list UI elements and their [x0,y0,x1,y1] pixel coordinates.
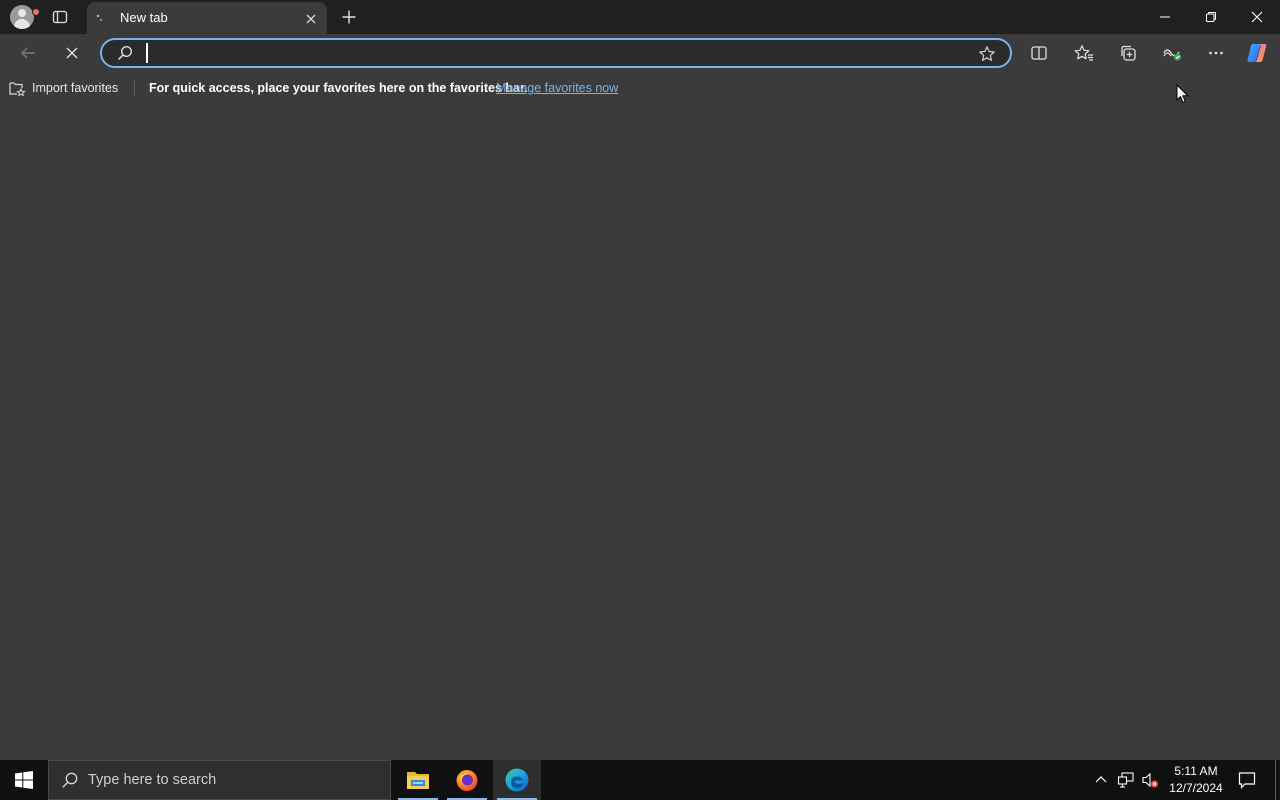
mouse-cursor-icon [1176,84,1190,104]
minimize-icon [1160,16,1170,18]
copilot-button[interactable] [1241,37,1273,69]
favorites-icon [1074,45,1093,61]
manage-favorites-link[interactable]: Manage favorites now [496,81,618,95]
toolbar [0,34,1280,72]
clock-date: 12/7/2024 [1169,781,1223,795]
stop-icon [66,47,78,59]
page-content [0,104,1280,760]
edge-icon [505,768,529,792]
more-icon [1209,51,1223,55]
plus-icon [342,10,356,24]
address-bar[interactable] [100,38,1012,68]
profile-notification-badge [32,8,40,16]
restore-icon [1206,12,1216,22]
window-close-icon [1251,11,1263,23]
split-screen-icon [1031,46,1047,60]
tab-close-button[interactable] [301,9,321,29]
taskbar-search-placeholder: Type here to search [88,772,217,788]
taskbar-search-box[interactable]: Type here to search [48,760,391,800]
star-icon [979,46,995,61]
taskbar-app-file-explorer[interactable] [394,760,442,800]
import-favorites-icon [9,82,26,96]
clock-time: 5:11 AM [1174,764,1218,778]
collections-icon [1121,45,1136,61]
settings-and-more-button[interactable] [1200,37,1232,69]
performance-button[interactable] [1156,37,1188,69]
search-icon [62,772,78,788]
favorites-bar: Import favorites For quick access, place… [0,72,1280,104]
taskbar: Type here to search 5:11 AM 12/7/2024 [0,760,1280,800]
split-screen-button[interactable] [1023,37,1055,69]
window-close-button[interactable] [1234,0,1280,34]
taskbar-app-edge[interactable] [493,760,541,800]
windows-logo-icon [15,771,33,789]
import-favorites-label: Import favorites [32,81,119,95]
back-button[interactable] [12,37,44,69]
profile-button[interactable] [6,3,40,31]
profile-icon [10,5,34,29]
tab-favicon-icon [96,14,103,22]
show-desktop-button[interactable] [1275,760,1276,800]
chevron-up-icon[interactable] [1093,772,1109,788]
new-tab-button[interactable] [336,4,362,30]
taskbar-app-firefox[interactable] [443,760,491,800]
add-favorite-button[interactable] [975,43,999,65]
notification-icon[interactable] [1238,771,1256,789]
minimize-button[interactable] [1142,0,1188,34]
back-arrow-icon [21,47,35,59]
close-icon [306,14,316,24]
title-bar: New tab [0,0,1280,34]
address-input[interactable] [146,43,966,63]
file-explorer-icon [407,772,429,789]
tab-title: New tab [120,10,168,25]
import-favorites-button[interactable]: Import favorites [8,78,118,98]
favorites-button[interactable] [1068,37,1100,69]
performance-icon [1163,49,1182,61]
tab-actions-button[interactable] [44,3,76,31]
restore-button[interactable] [1188,0,1234,34]
start-button[interactable] [0,760,48,800]
search-icon [117,45,133,61]
tab-actions-icon [52,10,68,24]
volume-muted-icon[interactable] [1141,771,1159,789]
copilot-icon [1247,44,1267,62]
firefox-icon [456,770,478,791]
taskbar-clock[interactable]: 5:11 AM 12/7/2024 [1164,763,1228,797]
stop-loading-button[interactable] [56,37,88,69]
collections-button[interactable] [1112,37,1144,69]
favorites-bar-message: For quick access, place your favorites h… [149,81,528,95]
network-icon[interactable] [1117,771,1135,789]
tab-new-tab[interactable]: New tab [87,2,327,34]
favorites-bar-divider [134,80,135,96]
